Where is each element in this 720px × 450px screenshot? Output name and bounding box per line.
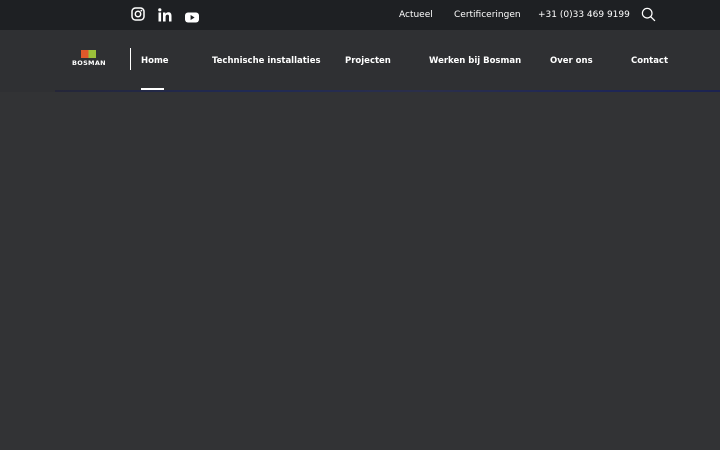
- logo-text: BOSMAN: [72, 59, 106, 67]
- youtube-icon: [185, 12, 199, 23]
- top-link-actueel[interactable]: Actueel: [399, 10, 433, 20]
- page-content-area: [0, 92, 720, 450]
- top-link-certificeringen[interactable]: Certificeringen: [454, 10, 521, 20]
- nav-divider: [130, 48, 131, 70]
- linkedin-icon: [158, 8, 172, 22]
- nav-item-home[interactable]: Home: [141, 56, 169, 66]
- nav-item-technische-installaties[interactable]: Technische installaties: [212, 56, 321, 66]
- top-bar: Actueel Certificeringen +31 (0)33 469 91…: [0, 0, 720, 30]
- bosman-logo[interactable]: BOSMAN: [72, 50, 106, 68]
- instagram-link[interactable]: [131, 6, 145, 25]
- nav-item-over-ons[interactable]: Over ons: [550, 56, 593, 66]
- search-icon: [641, 7, 656, 22]
- nav-item-werken-bij-bosman[interactable]: Werken bij Bosman: [429, 56, 521, 66]
- logo-mark: [81, 50, 96, 58]
- nav-item-projecten[interactable]: Projecten: [345, 56, 391, 66]
- youtube-link[interactable]: [185, 8, 199, 27]
- phone-link[interactable]: +31 (0)33 469 9199: [538, 10, 630, 20]
- search-button[interactable]: [641, 7, 656, 26]
- instagram-icon: [131, 7, 145, 21]
- linkedin-link[interactable]: [158, 7, 172, 26]
- nav-item-contact[interactable]: Contact: [631, 56, 668, 66]
